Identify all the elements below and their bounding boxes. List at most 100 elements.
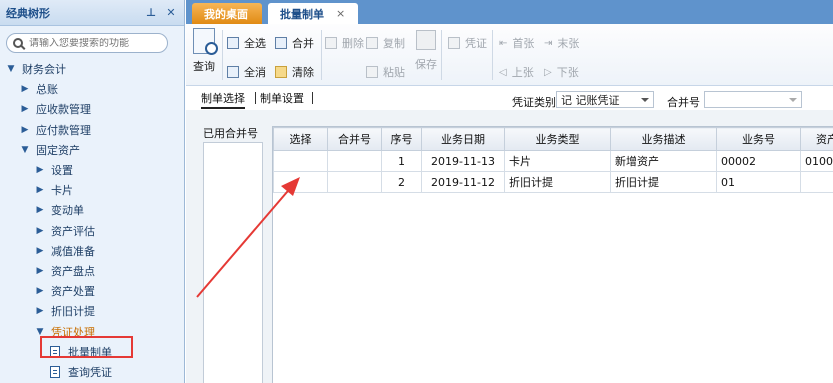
chevron-down-icon: ▼ — [7, 64, 15, 75]
tab-my-desktop[interactable]: 我的桌面 — [192, 3, 262, 24]
toolbar-divider — [441, 30, 442, 80]
table-row[interactable]: 12019-11-13卡片新增资产000020100002 — [273, 150, 833, 172]
tree-item-label: 资产处置 — [51, 285, 95, 299]
tree-item[interactable]: ▶ 应收款管理 — [0, 99, 184, 119]
table-cell: 新增资产 — [610, 150, 717, 172]
next-icon: ▷ — [544, 66, 552, 78]
query-label: 查询 — [193, 60, 215, 73]
prev-button[interactable]: ◁ 上张 — [499, 63, 534, 81]
tree-item[interactable]: 查询凭证 — [0, 362, 184, 382]
voucher-type-value: 记 记账凭证 — [561, 93, 620, 107]
column-header[interactable]: 资产 — [800, 127, 833, 151]
select-all-button[interactable]: 全选 — [227, 34, 266, 52]
tree-item[interactable]: ▶ 资产评估 — [0, 221, 184, 241]
chevron-down-icon: ▼ — [21, 144, 29, 155]
column-header[interactable]: 业务号 — [716, 127, 801, 151]
close-icon[interactable]: ✕ — [164, 6, 178, 19]
select-all-icon — [227, 37, 239, 49]
sidebar: 经典树形 ⊥ ✕ ▼ 财务会计 ▶ 总账 ▶ 应收款管理 ▶ 应付款管理 ▼ 固定资产 ▶ 设置 ▶ 卡片… — [0, 0, 185, 383]
tree-item[interactable]: ▶ 卡片 — [0, 180, 184, 200]
table-cell — [800, 171, 833, 193]
subtab-divider — [312, 92, 313, 104]
chevron-right-icon: ▶ — [36, 245, 44, 256]
table-cell: 1 — [381, 150, 422, 172]
chevron-down-icon — [641, 98, 649, 102]
tree-item-label: 财务会计 — [22, 63, 66, 77]
column-header[interactable]: 业务类型 — [504, 127, 611, 151]
subtab-voucher-settings[interactable]: 制单设置 — [260, 90, 304, 106]
tab-batch-voucher[interactable]: 批量制单 × — [268, 3, 358, 24]
column-header[interactable]: 合并号 — [327, 127, 382, 151]
unselect-all-button[interactable]: 全消 — [227, 63, 266, 81]
tree-item[interactable]: ▶ 减值准备 — [0, 241, 184, 261]
query-icon — [193, 28, 218, 55]
tree-item[interactable]: ▶ 应付款管理 — [0, 120, 184, 140]
merge-no-select[interactable] — [704, 91, 802, 108]
query-button[interactable]: 查询 — [191, 28, 218, 74]
select-all-label: 全选 — [244, 37, 266, 50]
chevron-right-icon: ▶ — [21, 104, 29, 115]
subtab-voucher-select[interactable]: 制单选择 — [201, 90, 245, 109]
paste-button[interactable]: 粘贴 — [366, 63, 405, 81]
column-header[interactable]: 选择 — [273, 127, 328, 151]
tree-item[interactable]: ▶ 折旧计提 — [0, 301, 184, 321]
voucher-type-label: 凭证类别 — [512, 96, 556, 109]
pin-icon[interactable]: ⊥ — [144, 6, 158, 19]
tree-item[interactable]: ▼ 财务会计 — [0, 59, 184, 79]
tree-item-label: 查询凭证 — [68, 365, 112, 379]
column-header[interactable]: 业务描述 — [610, 127, 717, 151]
table-header: 选择合并号序号业务日期业务类型业务描述业务号资产 — [273, 127, 833, 151]
tree-item-label: 卡片 — [51, 184, 73, 198]
next-button[interactable]: ▷ 下张 — [544, 63, 579, 81]
table-cell[interactable] — [273, 150, 328, 172]
paste-label: 粘贴 — [383, 66, 405, 79]
close-tab-icon[interactable]: × — [336, 7, 345, 20]
subtab-divider — [255, 92, 256, 104]
tree-item[interactable]: ▶ 设置 — [0, 160, 184, 180]
search-input[interactable] — [29, 37, 159, 49]
tree-item-label: 应付款管理 — [36, 123, 91, 137]
tab-bar: 我的桌面 批量制单 × — [186, 0, 833, 24]
column-header[interactable]: 序号 — [381, 127, 422, 151]
table-cell: 00002 — [716, 150, 801, 172]
toolbar: 查询 全选 全消 合并 清除 删除 复制 粘贴 保存 凭证 ⇤ 首张 ◁ 上张 ⇥ 末… — [186, 24, 833, 86]
voucher-button[interactable]: 凭证 — [448, 34, 487, 52]
voucher-grid: 选择合并号序号业务日期业务类型业务描述业务号资产 12019-11-13卡片新增… — [272, 126, 833, 383]
clear-button[interactable]: 清除 — [275, 63, 314, 81]
table-cell: 01 — [716, 171, 801, 193]
voucher-type-select[interactable]: 记 记账凭证 — [556, 91, 654, 108]
highlight-box — [40, 336, 133, 358]
tree-item-label: 应收款管理 — [36, 103, 91, 117]
copy-button[interactable]: 复制 — [366, 34, 405, 52]
table-cell: 2019-11-12 — [421, 171, 505, 193]
delete-button[interactable]: 删除 — [325, 34, 364, 52]
tree-item[interactable]: ▶ 资产盘点 — [0, 261, 184, 281]
table-row[interactable]: 2 2019-11-12 折旧计提 折旧计提 01 — [273, 171, 833, 193]
tree-item[interactable]: ▶ 资产处置 — [0, 281, 184, 301]
table-cell[interactable] — [273, 171, 328, 193]
sidebar-title: 经典树形 — [6, 6, 50, 20]
merge-label: 合并 — [292, 37, 314, 50]
save-button[interactable]: 保存 — [415, 30, 437, 72]
prev-icon: ◁ — [499, 66, 507, 78]
tree-item-label: 减值准备 — [51, 244, 95, 258]
document-icon — [50, 365, 60, 378]
search-box[interactable] — [6, 33, 168, 53]
column-header[interactable]: 业务日期 — [421, 127, 505, 151]
table-cell: 折旧计提 — [504, 171, 611, 193]
chevron-right-icon: ▶ — [36, 286, 44, 297]
merge-button[interactable]: 合并 — [275, 34, 314, 52]
used-merge-no-list[interactable] — [203, 142, 263, 383]
table-body: 12019-11-13卡片新增资产00002010000222019-11-12… — [273, 150, 833, 193]
last-button[interactable]: ⇥ 末张 — [544, 34, 579, 52]
toolbar-divider — [321, 30, 322, 80]
tree-item[interactable]: ▶ 总账 — [0, 79, 184, 99]
tree-item[interactable]: ▼ 固定资产 — [0, 140, 184, 160]
tree-item[interactable]: ▶ 变动单 — [0, 200, 184, 220]
tree-item-label: 固定资产 — [36, 143, 80, 157]
chevron-right-icon: ▶ — [21, 84, 29, 95]
first-button[interactable]: ⇤ 首张 — [499, 34, 534, 52]
tree-item-label: 资产盘点 — [51, 264, 95, 278]
table-cell: 折旧计提 — [610, 171, 717, 193]
tree-item-label: 总账 — [36, 83, 58, 97]
